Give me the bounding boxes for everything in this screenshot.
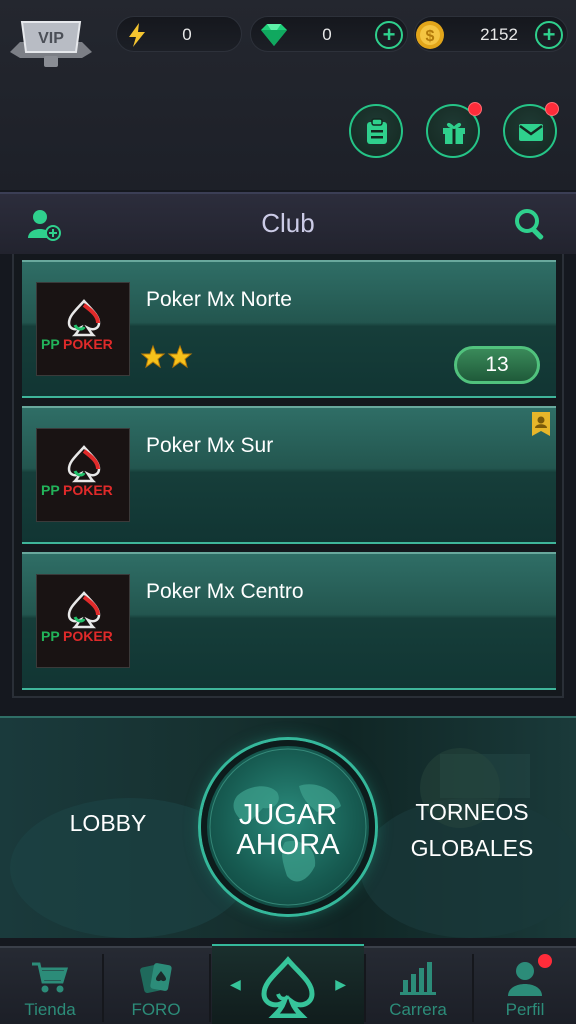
logo-text-poker: POKER: [63, 482, 113, 498]
nav-tienda[interactable]: Tienda: [0, 948, 100, 1024]
play-now-label: JUGAR AHORA: [207, 800, 369, 860]
club-card-poker-mx-norte[interactable]: PP POKER Poker Mx Norte 13: [22, 260, 556, 398]
gem-icon: [261, 24, 287, 46]
coin-icon: $: [416, 21, 444, 49]
gift-icon: [443, 122, 465, 144]
cart-icon: [32, 962, 69, 993]
spade-logo-icon: [261, 956, 315, 1018]
mail-icon: [519, 124, 543, 141]
nav-home[interactable]: ◀ ▶: [212, 944, 364, 1024]
nav-carrera[interactable]: Carrera: [366, 948, 470, 1024]
coin-counter: $ 2152 +: [414, 16, 568, 52]
vip-label: VIP: [38, 30, 64, 47]
star-icon: [167, 344, 193, 369]
play-now-line1: JUGAR: [238, 799, 338, 831]
energy-counter: 0: [116, 16, 242, 52]
nav-tienda-label: Tienda: [24, 1000, 76, 1019]
club-list: PP POKER Poker Mx Norte 13 PP POKER Poke…: [12, 254, 564, 698]
logo-text-poker: POKER: [63, 628, 113, 644]
club-logo: PP POKER: [36, 574, 130, 668]
chevron-left-icon: ◀: [230, 976, 241, 992]
profile-notification-dot: [538, 954, 552, 968]
club-stars: [140, 344, 200, 375]
club-logo: PP POKER: [36, 428, 130, 522]
club-card-poker-mx-centro[interactable]: PP POKER Poker Mx Centro: [22, 552, 556, 690]
mail-button[interactable]: [503, 102, 559, 158]
club-title: Club: [261, 208, 315, 238]
star-icon: [140, 344, 166, 369]
nav-carrera-label: Carrera: [389, 1000, 447, 1019]
mail-notification-dot: [545, 102, 559, 116]
logo-text-pp: PP: [41, 628, 60, 644]
add-gems-button[interactable]: +: [375, 21, 403, 49]
gem-value: 0: [322, 25, 332, 44]
bar-chart-icon: [400, 962, 436, 995]
lobby-button[interactable]: LOBBY: [30, 810, 186, 837]
top-bar: VIP 0 0 + $ 2152 +: [0, 0, 576, 190]
search-button[interactable]: [512, 206, 548, 242]
owner-badge-icon: [532, 412, 550, 436]
nav-perfil-label: Perfil: [505, 1000, 545, 1019]
member-count-badge: 13: [454, 346, 540, 384]
club-name: Poker Mx Sur: [146, 434, 274, 457]
global-tournaments-button[interactable]: TORNEOS GLOBALES: [386, 794, 558, 866]
energy-value: 0: [182, 25, 192, 44]
club-logo: PP POKER: [36, 282, 130, 376]
gem-counter: 0 +: [250, 16, 408, 52]
cards-icon: [140, 963, 172, 994]
logo-text-pp: PP: [41, 336, 60, 352]
logo-text-pp: PP: [41, 482, 60, 498]
tournaments-line2: GLOBALES: [410, 835, 534, 861]
nav-divider: [209, 954, 211, 1022]
club-name: Poker Mx Norte: [146, 288, 292, 311]
svg-text:$: $: [426, 28, 435, 45]
club-name: Poker Mx Centro: [146, 580, 304, 603]
gift-notification-dot: [468, 102, 482, 116]
tournaments-line1: TORNEOS: [415, 799, 529, 825]
gift-button[interactable]: [426, 102, 482, 158]
search-icon: [515, 209, 544, 240]
logo-text-poker: POKER: [63, 336, 113, 352]
play-section: LOBBY JUGAR AHORA TORNEOS GLOBALES: [0, 716, 576, 938]
bottom-nav: Tienda FORO ◀ ▶ Carrera Perfil: [0, 944, 576, 1024]
coin-value: 2152: [480, 25, 518, 44]
add-coins-button[interactable]: +: [535, 21, 563, 49]
play-now-button[interactable]: JUGAR AHORA: [201, 740, 375, 914]
club-header: Club: [0, 192, 576, 254]
vip-badge[interactable]: VIP: [6, 12, 96, 68]
chevron-right-icon: ▶: [335, 976, 346, 992]
club-card-poker-mx-sur[interactable]: PP POKER Poker Mx Sur: [22, 406, 556, 544]
tasks-button[interactable]: [349, 104, 403, 158]
nav-perfil[interactable]: Perfil: [474, 948, 576, 1024]
list-icon: [367, 118, 387, 144]
play-now-line2: AHORA: [236, 829, 340, 861]
nav-foro[interactable]: FORO: [104, 948, 208, 1024]
nav-foro-label: FORO: [131, 1000, 181, 1019]
